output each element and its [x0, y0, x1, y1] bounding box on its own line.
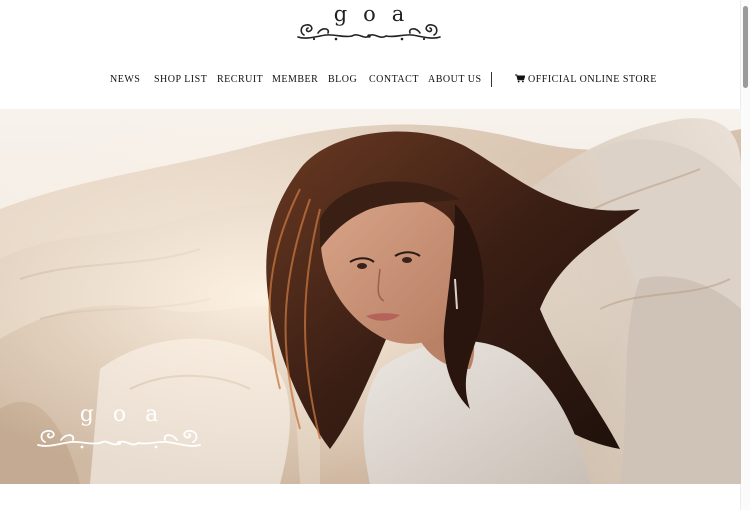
nav-item-blog[interactable]: BLOG: [328, 74, 357, 85]
page-scrollbar[interactable]: [740, 0, 750, 510]
nav-divider: [491, 72, 492, 87]
nav-item-shop-list[interactable]: SHOP LIST: [154, 74, 207, 85]
nav-item-contact[interactable]: CONTACT: [369, 74, 419, 85]
ornament-flourish-icon: [297, 24, 441, 41]
scrollbar-thumb[interactable]: [743, 6, 748, 88]
nav-item-recruit[interactable]: RECRUIT: [217, 74, 263, 85]
nav-item-news[interactable]: NEWS: [110, 74, 140, 85]
store-label: OFFICIAL ONLINE STORE: [528, 74, 657, 85]
hero-logo-wordmark: goa: [79, 402, 178, 427]
nav-item-member[interactable]: MEMBER: [272, 74, 318, 85]
hero-ornament-flourish-icon: [37, 429, 201, 449]
cart-icon: [515, 74, 525, 83]
official-online-store-link[interactable]: OFFICIAL ONLINE STORE: [515, 74, 657, 85]
site-logo[interactable]: goa: [296, 4, 442, 44]
hero-logo: goa: [36, 404, 202, 450]
nav-item-about-us[interactable]: ABOUT US: [428, 74, 482, 85]
